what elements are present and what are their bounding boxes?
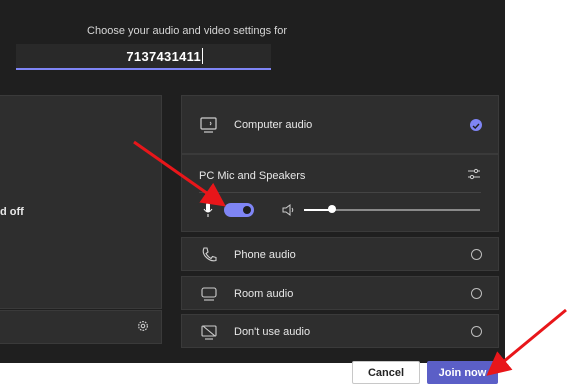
camera-status-text: d off [0,206,24,218]
divider [199,192,481,193]
computer-audio-icon [200,117,217,133]
microphone-icon [203,203,213,217]
toggle-knob [243,206,251,214]
option-label: Don't use audio [234,326,311,338]
volume-slider-thumb[interactable] [328,205,336,213]
option-computer-audio[interactable]: Computer audio [181,95,499,154]
video-preview [0,95,162,309]
meeting-name-field[interactable]: 7137431411 [16,44,271,70]
selected-check-icon [470,119,482,131]
option-label: Room audio [234,288,294,300]
radio-button[interactable] [471,288,482,299]
gear-icon[interactable] [136,319,150,333]
option-phone-audio[interactable]: Phone audio [181,237,499,271]
microphone-toggle[interactable] [224,203,254,217]
settings-prompt: Choose your audio and video settings for [87,25,287,37]
audio-device-settings: PC Mic and Speakers [181,154,499,232]
join-now-button[interactable]: Join now [427,361,498,384]
meeting-name-text: 7137431411 [126,49,201,64]
phone-icon [202,247,217,262]
meeting-prejoin-screen: Choose your audio and video settings for… [0,0,505,363]
option-room-audio[interactable]: Room audio [181,276,499,310]
option-label: Computer audio [234,119,313,131]
speaker-icon [282,204,294,216]
radio-button[interactable] [471,249,482,260]
no-audio-icon [201,325,217,340]
option-no-audio[interactable]: Don't use audio [181,314,499,348]
room-icon [201,287,217,301]
cancel-button[interactable]: Cancel [352,361,420,384]
radio-button[interactable] [471,326,482,337]
device-settings-icon[interactable] [467,167,481,181]
option-label: Phone audio [234,249,296,261]
audio-device-label: PC Mic and Speakers [199,170,306,182]
text-caret [202,48,203,64]
